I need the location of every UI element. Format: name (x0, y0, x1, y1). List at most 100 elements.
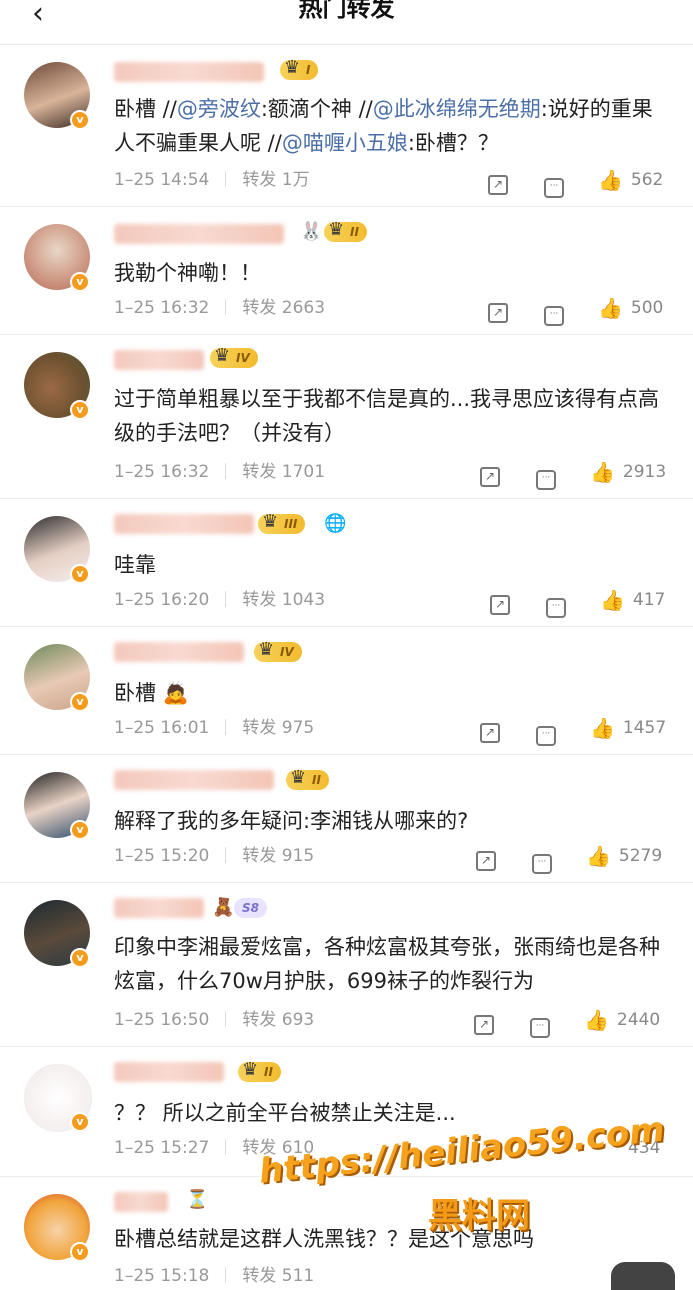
level-badge: I (280, 58, 319, 80)
like-count: 1457 (622, 718, 667, 738)
level-badge: II (238, 1060, 281, 1082)
timestamp: 1–25 15:18 (114, 1266, 210, 1286)
share-icon (480, 723, 500, 743)
mention-link[interactable]: @旁波纹 (177, 97, 261, 121)
share-button[interactable] (476, 844, 496, 871)
thumbs-up-icon: 👍 (590, 460, 615, 484)
like-button[interactable]: 👍 417 (600, 588, 665, 612)
share-icon (490, 595, 510, 615)
like-count: 434 (628, 1138, 661, 1158)
comment-button[interactable] (544, 168, 564, 198)
post-text: 卧槽 🙇 (114, 681, 189, 705)
share-button[interactable] (490, 588, 510, 615)
comment-icon (544, 178, 564, 198)
thumbs-up-icon: 👍 (584, 1008, 609, 1032)
level-badge: II (286, 768, 329, 790)
timestamp: 1–25 16:50 (114, 1010, 210, 1030)
comment-button[interactable] (536, 716, 556, 746)
comment-button[interactable] (536, 460, 556, 490)
share-button[interactable] (488, 168, 508, 195)
like-button[interactable]: 👍 1457 (590, 716, 666, 740)
mention-link[interactable]: @喵喱小五娘 (282, 131, 408, 155)
share-button[interactable] (474, 1008, 494, 1035)
post-text: 印象中李湘最爱炫富，各种炫富极其夸张，张雨绮也是各种炫富，什么70w月护肤，69… (114, 935, 660, 993)
level-badge: IV (210, 346, 258, 368)
comment-icon (532, 854, 552, 874)
thumbs-up-icon: 👍 (600, 588, 625, 612)
like-count: 500 (630, 298, 664, 318)
list-item: v II 解释了我的多年疑问:李湘钱从哪来的? 1–25 15:20 转发 915… (0, 754, 693, 883)
post-text: 解释了我的多年疑问:李湘钱从哪来的? (114, 809, 469, 833)
verified-icon: v (70, 400, 90, 420)
like-count: 5279 (618, 846, 663, 866)
username-blurred[interactable] (114, 1062, 224, 1082)
username-blurred[interactable] (114, 1192, 168, 1212)
post-text: 哇靠 (114, 553, 156, 577)
share-button[interactable] (480, 716, 500, 743)
comment-button[interactable] (546, 588, 566, 618)
list-item: v IV 过于简单粗暴以至于我都不信是真的...我寻思应该得有点高级的手法吧？（… (0, 334, 693, 499)
post-meta: 1–25 16:01 转发 975 (114, 716, 314, 740)
comment-button[interactable] (544, 296, 564, 326)
post-meta: 1–25 16:50 转发 693 (114, 1008, 314, 1032)
username-blurred[interactable] (114, 224, 284, 244)
share-button[interactable] (480, 460, 500, 487)
timestamp: 1–25 16:32 (114, 298, 210, 318)
post-meta: 1–25 15:18 转发 511 (114, 1264, 314, 1288)
verified-icon: v (70, 948, 90, 968)
repost-count: 转发 693 (242, 1010, 315, 1030)
list-item: v IV 卧槽 🙇 1–25 16:01 转发 975 👍 1457 (0, 626, 693, 755)
page-title: 热门转发 (298, 0, 395, 22)
top-bar: ‹ 热门转发 (0, 0, 693, 45)
username-blurred[interactable] (114, 642, 244, 662)
like-button[interactable]: 👍 2440 (584, 1008, 660, 1032)
floating-button[interactable] (611, 1262, 675, 1290)
share-icon (480, 467, 500, 487)
post-text: 卧槽总结就是这群人洗黑钱？？是这个意思吗 (114, 1227, 534, 1251)
post-text: 过于简单粗暴以至于我都不信是真的...我寻思应该得有点高级的手法吧？（并没有） (114, 387, 660, 445)
share-icon (488, 175, 508, 195)
timestamp: 1–25 15:27 (114, 1138, 210, 1158)
like-button[interactable]: 👍 2913 (590, 460, 666, 484)
like-button[interactable]: 👍 500 (598, 296, 663, 320)
comment-icon (546, 598, 566, 618)
like-count: 2440 (616, 1010, 661, 1030)
verified-icon: v (70, 272, 90, 292)
list-item: v 🧸 S8 印象中李湘最爱炫富，各种炫富极其夸张，张雨绮也是各种炫富，什么70… (0, 882, 693, 1047)
post-text: 卧槽 //@旁波纹:额滴个神 //@此冰绵绵无绝期:说好的重果人不骗重果人呢 /… (114, 97, 653, 155)
repost-count: 转发 1701 (242, 462, 326, 482)
timestamp: 1–25 16:01 (114, 718, 210, 738)
post-meta: 1–25 15:20 转发 915 (114, 844, 314, 868)
like-button[interactable]: 434 (628, 1136, 660, 1160)
list-item: v II ？？ 所以之前全平台被禁止关注是... 1–25 15:27 转发 61… (0, 1046, 693, 1177)
username-blurred[interactable] (114, 350, 204, 370)
like-count: 417 (632, 590, 666, 610)
like-button[interactable]: 👍 562 (598, 168, 663, 192)
repost-count: 转发 610 (242, 1138, 315, 1158)
username-blurred[interactable] (114, 770, 274, 790)
like-count: 2913 (622, 462, 667, 482)
post-meta: 1–25 16:20 转发 1043 (114, 588, 325, 612)
list-item: v ⏳ 卧槽总结就是这群人洗黑钱？？是这个意思吗 1–25 15:18 转发 51… (0, 1176, 693, 1286)
avatar-sticker-icon: 🧸 (212, 897, 235, 918)
share-button[interactable] (488, 296, 508, 323)
thumbs-up-icon: 👍 (590, 716, 615, 740)
repost-count: 转发 975 (242, 718, 315, 738)
list-item: v 🐰 II 我勒个神嘞！！ 1–25 16:32 转发 2663 👍 500 (0, 206, 693, 335)
mention-link[interactable]: @此冰绵绵无绝期 (373, 97, 541, 121)
repost-count: 转发 511 (242, 1266, 315, 1286)
timestamp: 1–25 15:20 (114, 846, 210, 866)
verified-icon: v (70, 110, 90, 130)
username-blurred[interactable] (114, 898, 204, 918)
post-meta: 1–25 16:32 转发 2663 (114, 296, 325, 320)
hourglass-icon: ⏳ (186, 1189, 209, 1210)
comment-button[interactable] (530, 1008, 550, 1038)
verified-icon: v (70, 1112, 90, 1132)
post-meta: 1–25 14:54 转发 1万 (114, 168, 310, 192)
like-button[interactable]: 👍 5279 (586, 844, 662, 868)
post-text: ？？ 所以之前全平台被禁止关注是... (114, 1101, 456, 1125)
thumbs-up-icon: 👍 (598, 168, 623, 192)
username-blurred[interactable] (114, 62, 264, 82)
username-blurred[interactable] (114, 514, 254, 534)
comment-button[interactable] (532, 844, 552, 874)
